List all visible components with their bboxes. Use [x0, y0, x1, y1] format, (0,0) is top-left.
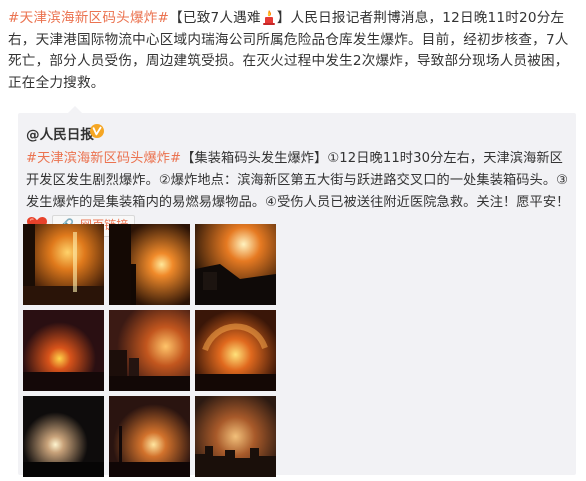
post-headline: 【已致7人遇难	[169, 10, 261, 26]
explosion-photo-6[interactable]	[195, 310, 276, 391]
explosion-photo-7[interactable]	[23, 396, 104, 477]
candle-emoji-icon	[262, 10, 275, 25]
explosion-photo-9[interactable]	[195, 396, 276, 477]
repost-author[interactable]: @人民日报	[26, 123, 94, 143]
explosion-photo-8[interactable]	[109, 396, 190, 477]
reposted-weibo: @人民日报 #天津滨海新区码头爆炸#【集装箱码头发生爆炸】①12日晚11时30分…	[18, 106, 576, 477]
explosion-photo-5[interactable]	[109, 310, 190, 391]
explosion-photo-4[interactable]	[23, 310, 104, 391]
explosion-photo-3[interactable]	[195, 224, 276, 305]
verified-badge-icon	[90, 124, 104, 138]
explosion-photo-1[interactable]	[23, 224, 104, 305]
repost-pointer	[68, 106, 82, 113]
repost-text: #天津滨海新区码头爆炸#【集装箱码头发生爆炸】①12日晚11时30分左右，天津滨…	[26, 148, 571, 238]
repost-topic-link[interactable]: #天津滨海新区码头爆炸#	[26, 151, 181, 166]
weibo-post: #天津滨海新区码头爆炸#【已致7人遇难 】人民日报记者荆博消息，12日晚11时2…	[8, 8, 578, 94]
post-headline-end: 】	[276, 10, 291, 26]
topic-link[interactable]: #天津滨海新区码头爆炸#	[8, 10, 169, 26]
explosion-photo-2[interactable]	[109, 224, 190, 305]
